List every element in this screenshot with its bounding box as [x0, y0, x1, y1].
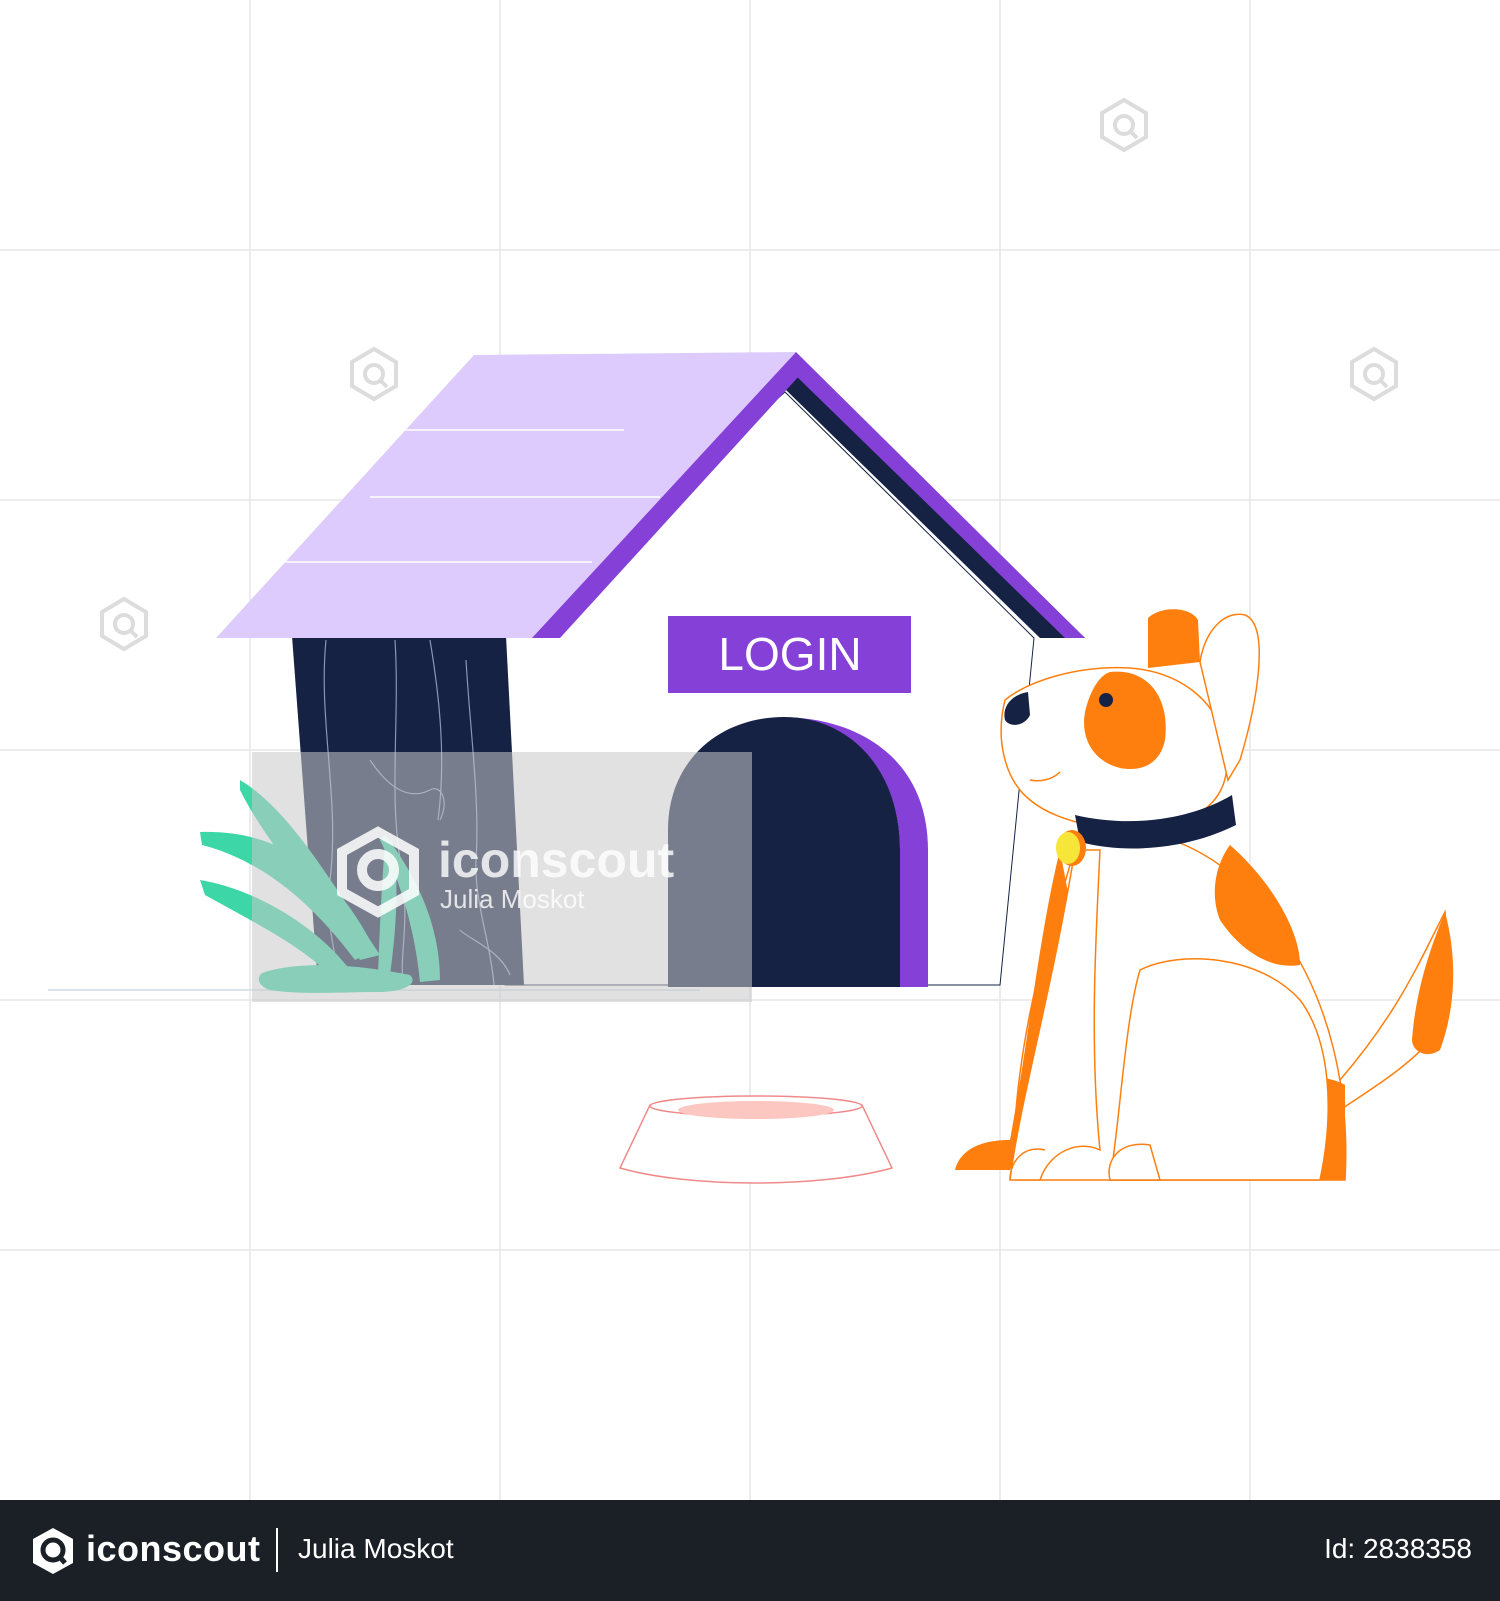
footer-author[interactable]: Julia Moskot	[298, 1533, 454, 1565]
footer-divider	[276, 1528, 278, 1572]
iconscout-logo-icon	[33, 1528, 73, 1574]
login-doghouse-illustration: LOGIN iconscout Julia Moskot	[0, 0, 1500, 1500]
footer-asset-id: Id: 2838358	[1324, 1533, 1472, 1564]
watermark-brand: iconscout	[438, 832, 674, 888]
footer-bar: iconscout Julia Moskot Id: 2838358	[0, 1500, 1500, 1601]
watermark-author: Julia Moskot	[440, 884, 585, 914]
dog	[955, 609, 1454, 1181]
iconscout-watermark: iconscout Julia Moskot	[252, 752, 752, 1002]
illustration: LOGIN iconscout Julia Moskot	[0, 0, 1500, 1500]
footer-brand[interactable]: iconscout	[86, 1528, 261, 1570]
login-sign-text: LOGIN	[718, 628, 861, 680]
food-bowl	[618, 1095, 894, 1184]
